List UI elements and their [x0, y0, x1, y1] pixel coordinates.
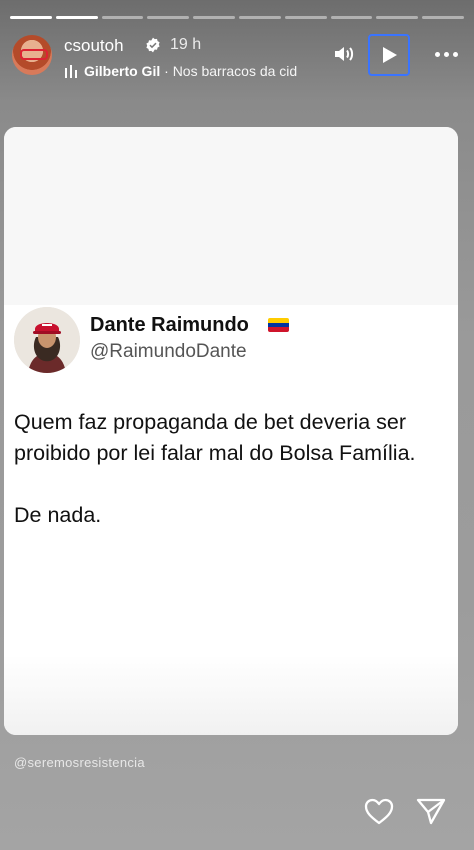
watermark: @seremosresistencia: [14, 755, 145, 770]
music-separator: ·: [160, 63, 173, 79]
tweet-author-name: Dante Raimundo: [90, 314, 249, 336]
progress-segment: [10, 16, 52, 19]
send-icon[interactable]: [415, 796, 447, 826]
story-progress-bar: [10, 16, 464, 19]
username[interactable]: csoutoh: [64, 36, 124, 56]
avatar[interactable]: [12, 35, 52, 75]
avatar-glasses: [20, 49, 48, 60]
story-header: csoutoh 19 h Gilberto Gil · Nos barracos…: [10, 30, 464, 86]
tweet-avatar-illustration: [14, 307, 80, 373]
music-info[interactable]: Gilberto Gil · Nos barracos da cid: [64, 63, 297, 79]
tweet-avatar: [14, 307, 80, 373]
venezuela-flag-icon: [268, 318, 289, 332]
tweet-paragraph: De nada.: [14, 503, 102, 527]
progress-segment: [193, 16, 235, 19]
card-bottom-band: [4, 655, 458, 735]
progress-segment: [376, 16, 419, 19]
post-time: 19 h: [170, 36, 202, 53]
tweet-author-handle: @RaimundoDante: [90, 341, 247, 362]
play-icon: [383, 47, 397, 63]
progress-segment: [422, 16, 464, 19]
more-dots-icon: [434, 51, 440, 57]
heart-icon[interactable]: [363, 796, 395, 826]
card-top-band: [4, 127, 458, 305]
progress-segment: [330, 16, 373, 19]
volume-icon[interactable]: [332, 42, 356, 66]
more-options-button[interactable]: [428, 42, 464, 66]
progress-segment: [147, 16, 190, 19]
music-artist: Gilberto Gil: [84, 63, 161, 79]
play-button[interactable]: [368, 34, 410, 76]
progress-segment: [101, 16, 144, 19]
verified-badge-icon: [146, 37, 160, 53]
music-song: Nos barracos da cid: [172, 63, 298, 79]
music-bars-icon: [65, 65, 77, 79]
progress-segment: [284, 16, 327, 19]
progress-segment: [238, 16, 281, 19]
tweet-paragraph: Quem faz propaganda de bet deveria ser p…: [14, 410, 416, 465]
tweet-text: Quem faz propaganda de bet deveria ser p…: [14, 407, 454, 531]
tweet-card: Dante Raimundo @RaimundoDante Quem faz p…: [4, 127, 458, 735]
progress-segment: [55, 16, 98, 19]
